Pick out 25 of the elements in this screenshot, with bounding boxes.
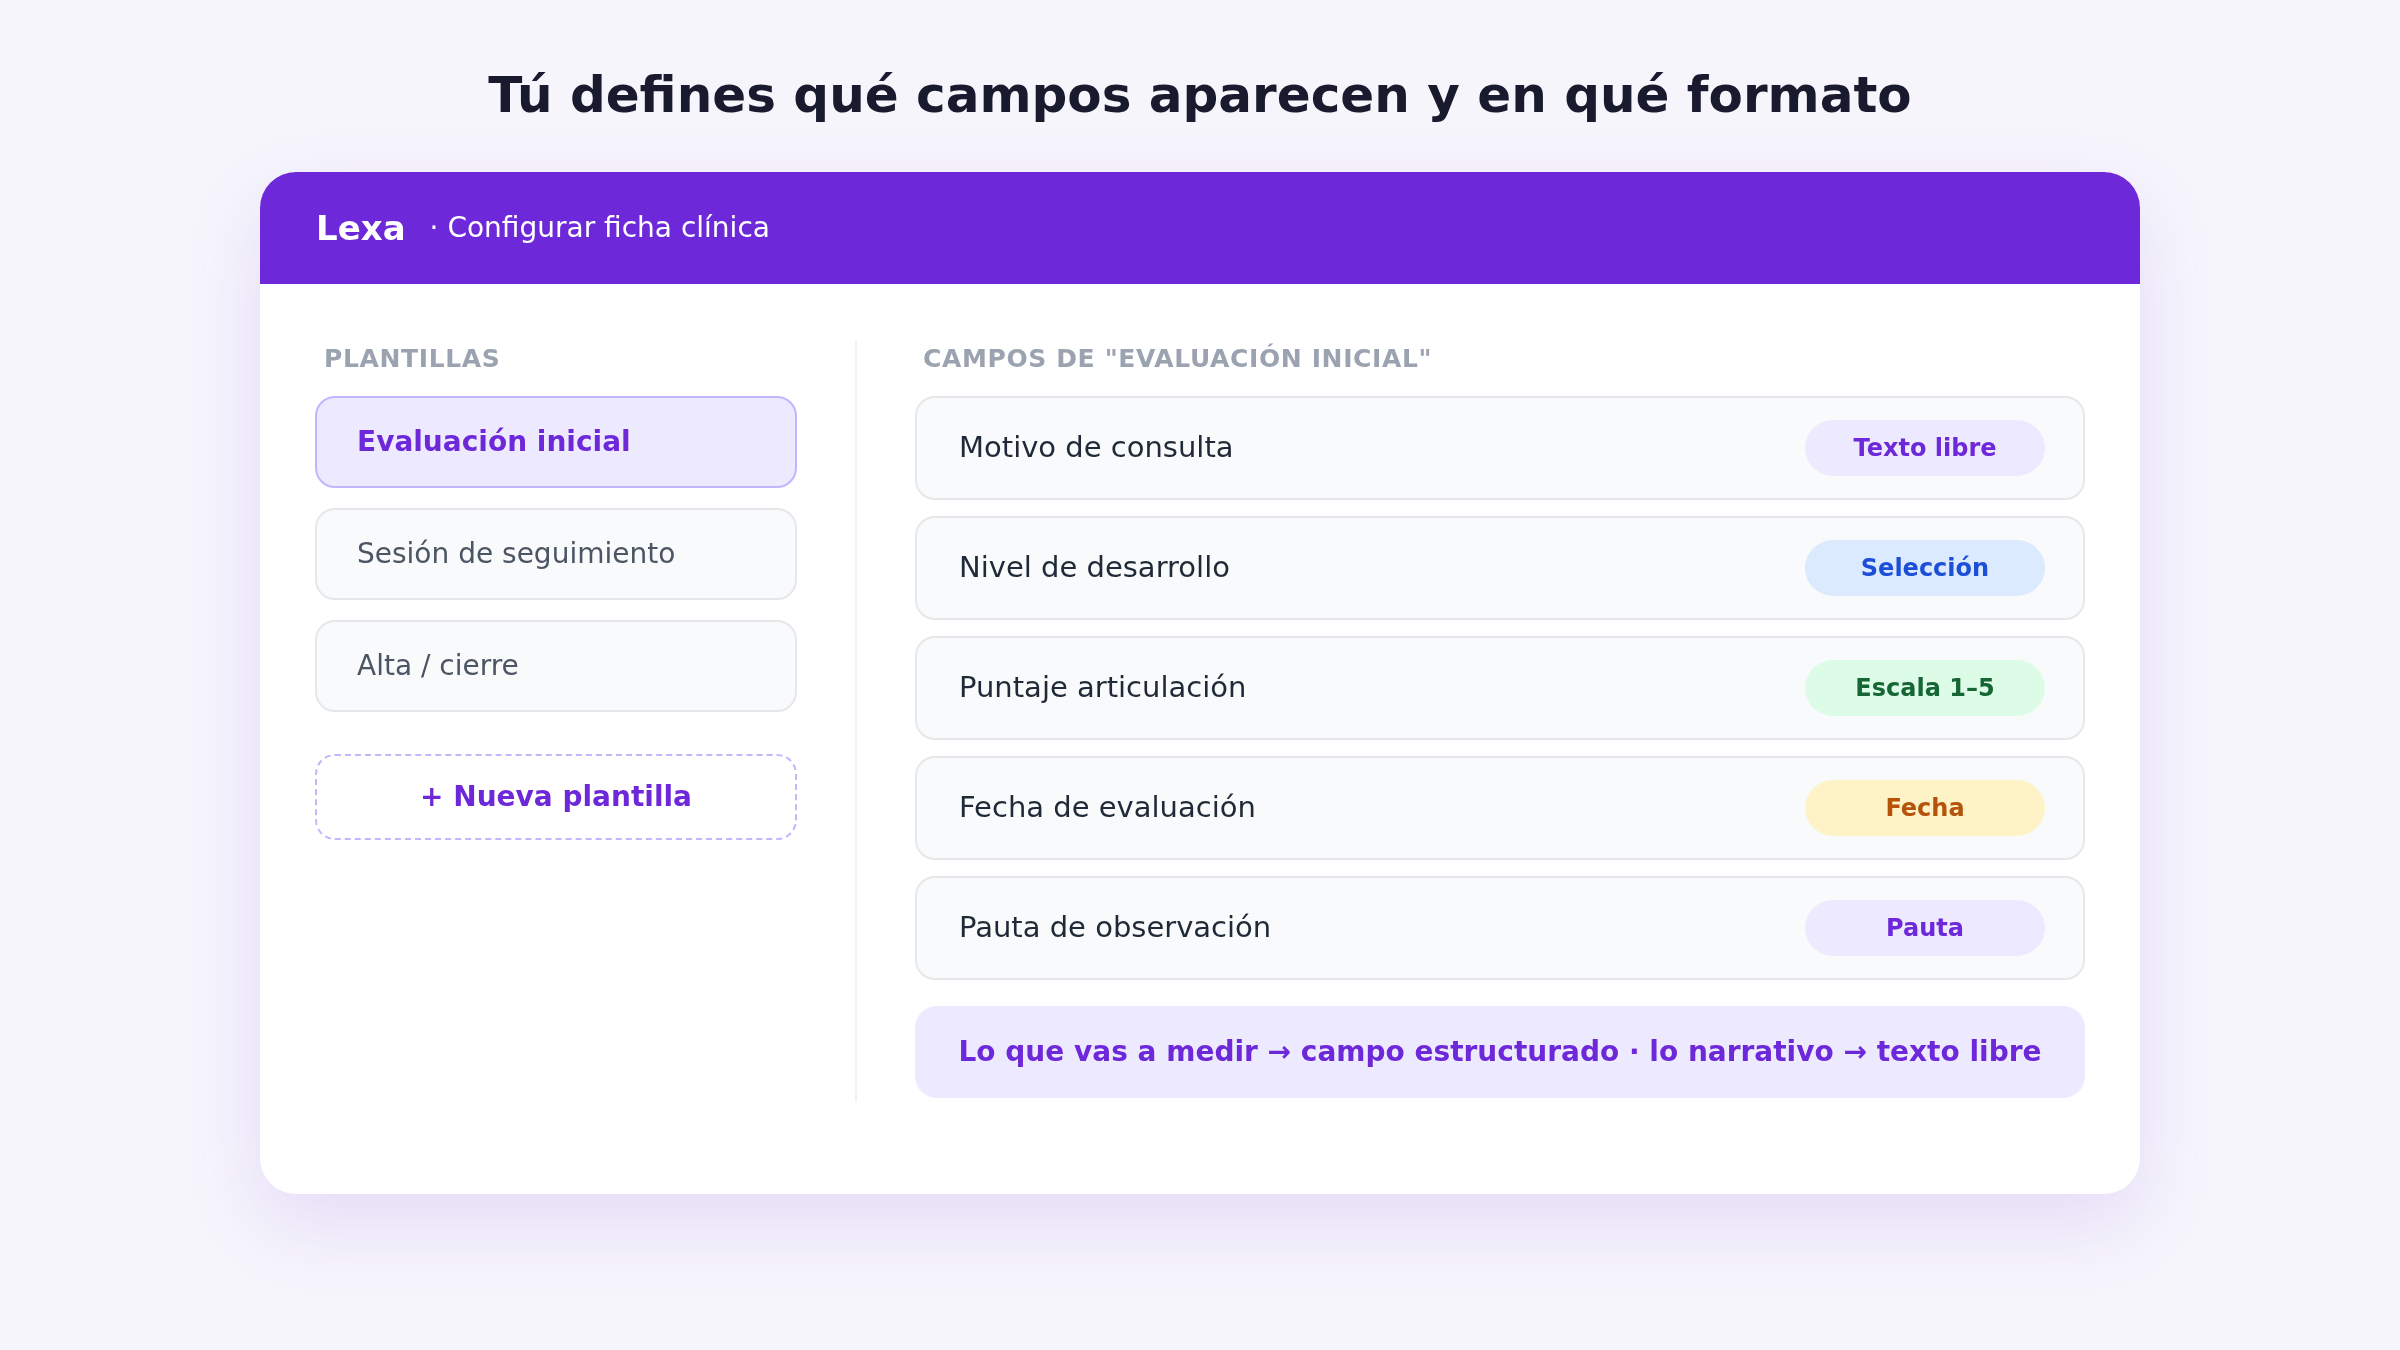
- field-row[interactable]: Fecha de evaluación Fecha: [915, 755, 2085, 860]
- section-heading: CAMPOS DE "EVALUACIÓN INICIAL": [923, 342, 1434, 375]
- field-label: Motivo de consulta: [959, 428, 1234, 466]
- field-row[interactable]: Pauta de observación Pauta: [915, 875, 2085, 980]
- header-subtitle: · Configurar ficha clínica: [429, 210, 770, 246]
- field-type-badge: Texto libre: [1805, 419, 2045, 476]
- field-label: Pauta de observación: [959, 908, 1272, 946]
- section-heading: PLANTILLAS: [324, 343, 502, 375]
- field-label: Fecha de evaluación: [959, 788, 1256, 826]
- template-item[interactable]: Evaluación inicial: [315, 395, 797, 488]
- page-headline: Tú defines qué campos aparecen y en qué formato: [488, 70, 1912, 120]
- field-type-badge: Escala 1–5: [1805, 659, 2045, 716]
- field-label: Puntaje articulación: [959, 668, 1247, 706]
- field-type-badge: Selección: [1805, 539, 2045, 596]
- brand-logo: Lexa: [316, 206, 406, 250]
- new-template-button[interactable]: + Nueva plantilla: [315, 753, 797, 840]
- template-item[interactable]: Alta / cierre: [315, 619, 797, 712]
- tip-banner: Lo que vas a medir → campo estructurado · lo narrativo → texto libre: [915, 1005, 2085, 1098]
- field-row[interactable]: Puntaje articulación Escala 1–5: [915, 635, 2085, 740]
- field-type-badge: Fecha: [1805, 779, 2045, 836]
- field-label: Nivel de desarrollo: [959, 548, 1230, 586]
- field-row[interactable]: Motivo de consulta Texto libre: [915, 395, 2085, 500]
- field-row[interactable]: Nivel de desarrollo Selección: [915, 515, 2085, 620]
- field-type-badge: Pauta: [1805, 899, 2045, 956]
- template-item[interactable]: Sesión de seguimiento: [315, 507, 797, 600]
